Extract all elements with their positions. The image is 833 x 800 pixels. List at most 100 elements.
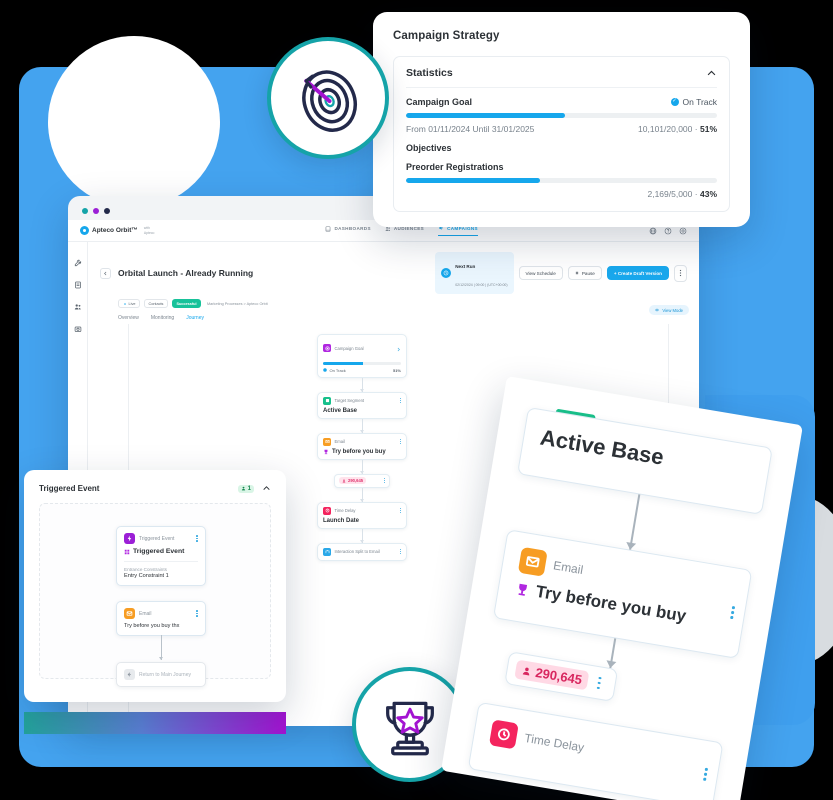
node-kebab-icon[interactable]: [399, 507, 401, 514]
sidebar-item-wrench[interactable]: [68, 252, 88, 274]
triggered-people-count: 1: [237, 484, 254, 493]
next-run-info[interactable]: Next Run 02/12/2024 | 09:00 | (UTC+00:00…: [435, 252, 514, 294]
triggered-panel-body[interactable]: Triggered Event Triggered Event Entrance…: [39, 503, 271, 687]
magnified-node-active-base[interactable]: Active Base: [517, 406, 773, 515]
nav-item-dashboards[interactable]: DASHBOARDS: [325, 225, 371, 236]
goal-percent: 51%: [392, 367, 401, 373]
statistics-header[interactable]: Statistics: [406, 67, 717, 88]
next-run-detail: 02/12/2024 | 09:00 | (UTC+00:00): [455, 283, 508, 287]
bolt-icon: [124, 533, 135, 544]
triggered-panel-header: Triggered Event 1: [39, 484, 271, 493]
journey-node-time-delay[interactable]: Time Delay Launch Date: [317, 501, 407, 529]
campaign-goal-daterange: From 01/11/2024 Until 31/01/2025: [406, 124, 535, 134]
next-run-text: Next Run 02/12/2024 | 09:00 | (UTC+00:00…: [455, 255, 507, 291]
brand-sub: with Apteco: [143, 226, 155, 235]
magnified-node-email[interactable]: Email Try before you buy: [492, 529, 753, 659]
node-type-time-delay: Time Delay: [334, 508, 356, 513]
journey-count-pill[interactable]: 290,645: [334, 473, 390, 488]
tag-contacts: Contacts: [143, 299, 168, 308]
grid-icon: [124, 549, 130, 554]
count-kebab-icon[interactable]: [383, 477, 385, 484]
settings-icon[interactable]: [679, 227, 687, 235]
pause-button[interactable]: Pause: [567, 266, 602, 280]
view-schedule-button[interactable]: View Schedule: [518, 266, 563, 280]
node-type-target-segment: Target Segment: [334, 398, 365, 403]
magnified-node-time-delay[interactable]: Time Delay: [467, 701, 724, 800]
journey-node-interaction-split[interactable]: Interaction Split to Email: [317, 542, 407, 561]
split-icon: [323, 547, 331, 556]
target-badge: [267, 37, 389, 159]
node-name-email-thx: Try before you buy thx: [124, 623, 180, 629]
node-kebab-icon[interactable]: [399, 548, 401, 555]
breadcrumb[interactable]: Marketing Processes > Apteco Orbit: [207, 302, 268, 306]
globe-icon[interactable]: [649, 227, 657, 235]
gradient-bar: [24, 712, 286, 734]
flow-connector: [359, 459, 364, 474]
magnified-arrow: [629, 494, 641, 550]
chevron-up-icon[interactable]: [706, 68, 717, 79]
flow-connector: [359, 377, 364, 392]
triggered-node-email[interactable]: Email Try before you buy thx: [116, 601, 206, 636]
create-draft-version-button[interactable]: + Create Draft Version: [606, 266, 669, 280]
journey-node-target-segment[interactable]: Target Segment Active Base: [317, 391, 407, 419]
chevron-right-icon[interactable]: [396, 347, 401, 352]
pause-label: Pause: [581, 270, 595, 276]
window-dot-teal[interactable]: [82, 208, 88, 214]
help-icon[interactable]: [664, 227, 672, 235]
campaign-goal-label: Campaign Goal: [406, 97, 473, 107]
flow-connector: [359, 487, 364, 502]
journey-node-campaign-goal[interactable]: Campaign Goal On Track 51%: [317, 334, 407, 378]
trophy-star-icon: [385, 701, 434, 755]
window-dot-purple[interactable]: [93, 208, 99, 214]
campaign-goal-meta: From 01/11/2024 Until 31/01/2025 10,101/…: [406, 124, 717, 134]
pause-icon: [575, 271, 578, 275]
node-name-triggered-event: Triggered Event: [124, 548, 198, 555]
sidebar-item-document[interactable]: [68, 274, 88, 296]
header-kebab-button[interactable]: [674, 264, 687, 282]
node-name-launch-date: Launch Date: [323, 517, 360, 524]
triggered-event-panel: Triggered Event 1 Triggered Event Trigge…: [24, 470, 286, 702]
window-dot-navy[interactable]: [104, 208, 110, 214]
node-kebab-icon[interactable]: [399, 397, 401, 404]
magnified-node-kebab-icon[interactable]: [730, 605, 736, 620]
sidebar-item-audience[interactable]: [68, 296, 88, 318]
node-type-triggered-event: Triggered Event: [139, 535, 175, 542]
view-mode-button[interactable]: View Mode: [649, 305, 689, 315]
triggered-node-event[interactable]: Triggered Event Triggered Event Entrance…: [116, 526, 206, 586]
camera-icon: [74, 326, 82, 332]
person-icon: [342, 479, 346, 482]
node-name-email: Try before you buy: [323, 449, 401, 455]
clock-icon: [323, 506, 331, 515]
header-actions: Next Run 02/12/2024 | 09:00 | (UTC+00:00…: [435, 252, 687, 294]
triggered-panel-title: Triggered Event: [39, 484, 100, 493]
chevron-up-icon[interactable]: [262, 484, 271, 493]
journey-flow: Campaign Goal On Track 51% Target Segmen…: [317, 334, 407, 561]
count-chip: 290,645: [339, 477, 367, 484]
node-type-campaign-goal: Campaign Goal: [334, 345, 364, 351]
node-kebab-icon[interactable]: [399, 438, 401, 445]
kebab-menu-icon: [679, 269, 682, 277]
node-type-return: Return to Main Journey: [139, 671, 191, 678]
node-kebab-icon[interactable]: [196, 610, 198, 617]
magnified-node-kebab-icon[interactable]: [703, 767, 709, 781]
brand-logo[interactable]: Apteco Orbit™ with Apteco: [80, 226, 154, 235]
sidebar-item-camera[interactable]: [68, 318, 88, 340]
node-type-email: Email: [334, 439, 345, 444]
goal-target-icon: [323, 344, 331, 352]
triggered-node-return[interactable]: Return to Main Journey: [116, 662, 206, 687]
back-button[interactable]: [100, 267, 111, 279]
magnified-count-kebab-icon[interactable]: [597, 676, 602, 690]
journey-node-email[interactable]: Email Try before you buy: [317, 432, 407, 460]
strategy-title: Campaign Strategy: [393, 30, 500, 42]
apteco-logo-icon: [80, 226, 89, 235]
return-icon: [124, 669, 135, 680]
eye-icon: [655, 308, 660, 312]
page-title: Orbital Launch - Already Running: [118, 268, 254, 278]
page-tags: Live Contacts Successful Marketing Proce…: [88, 294, 699, 308]
magnified-arrow: [609, 638, 617, 669]
objective-meta-preorder: 2,169/5,000 · 43%: [647, 189, 717, 199]
person-icon: [522, 667, 530, 676]
node-kebab-icon[interactable]: [196, 535, 198, 542]
email-icon: [323, 437, 331, 446]
magnified-count-pill[interactable]: 290,645: [504, 651, 619, 702]
